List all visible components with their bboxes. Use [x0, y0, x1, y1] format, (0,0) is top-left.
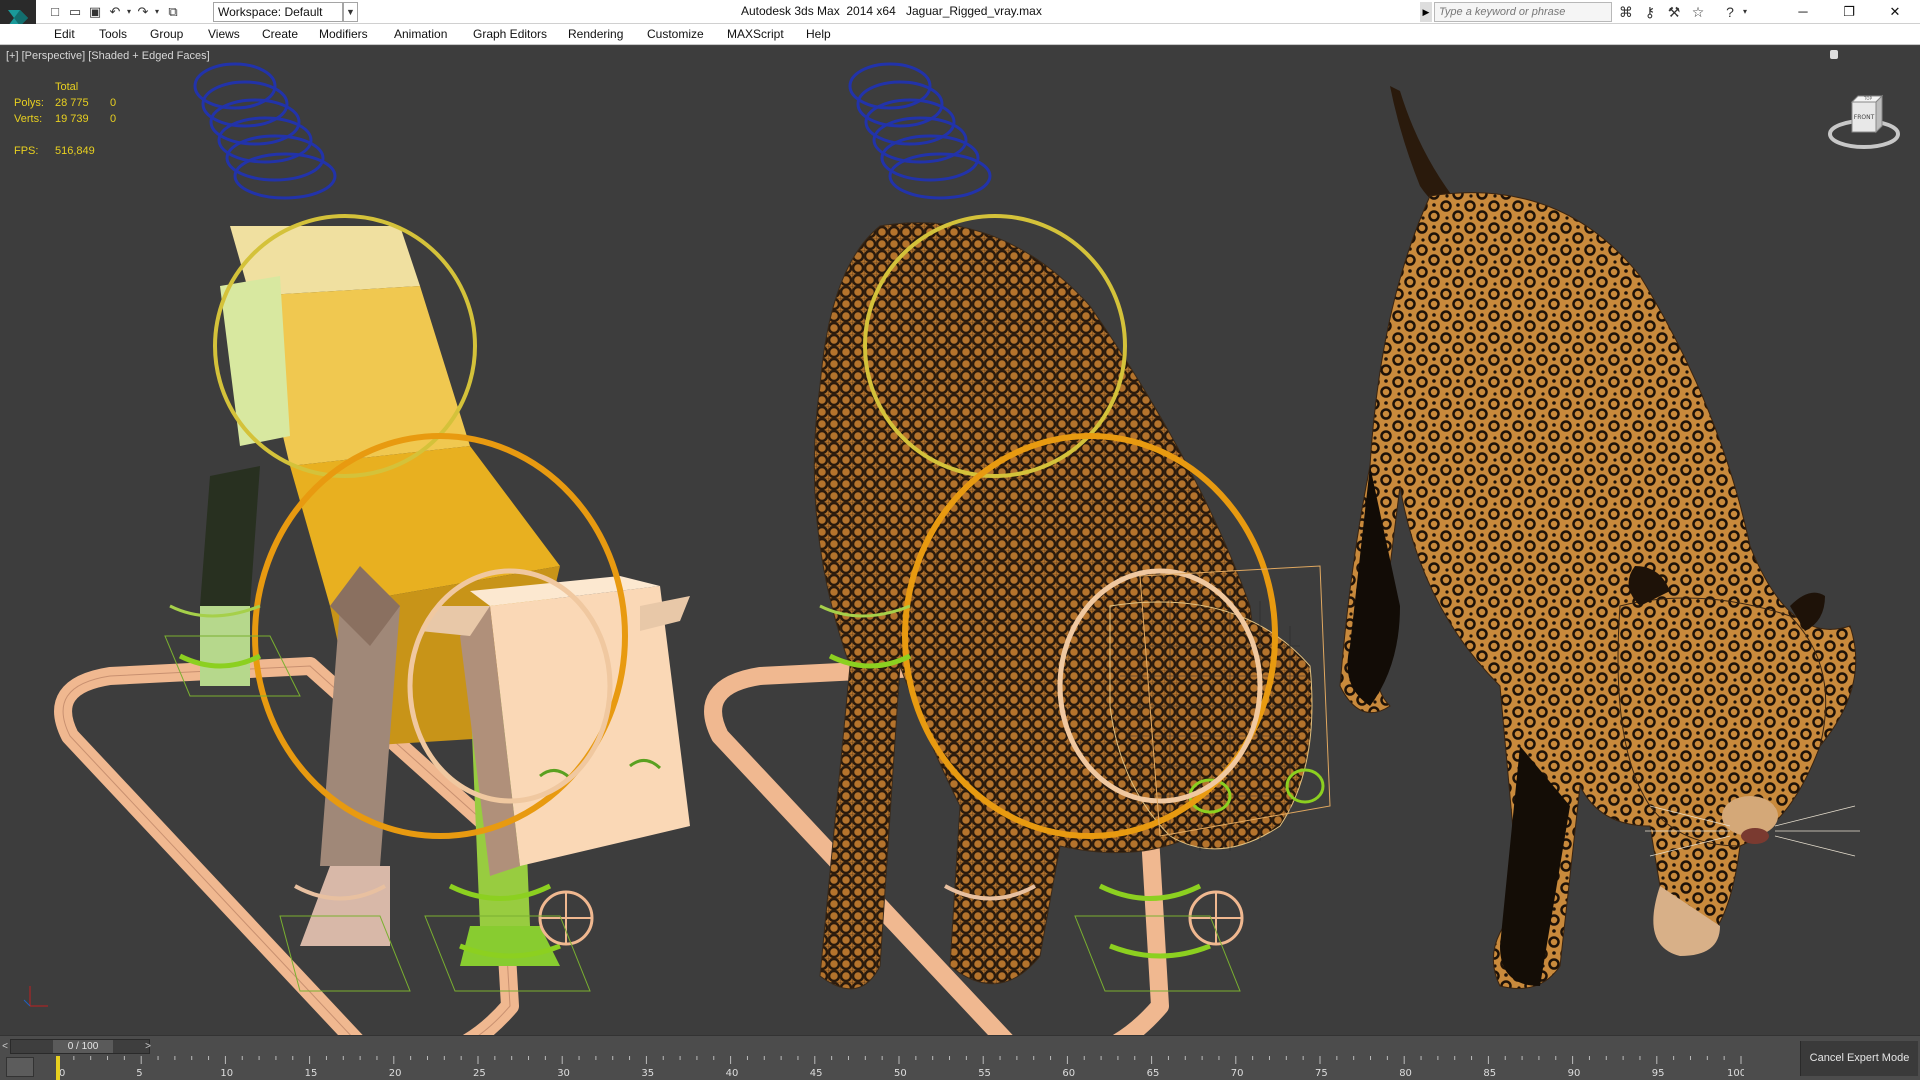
binoculars-icon[interactable]: ⌘	[1616, 3, 1636, 21]
help-dropdown-icon[interactable]: ▾	[1740, 3, 1750, 21]
tail-spline-coils	[193, 62, 337, 200]
track-bar-tick-label: 35	[641, 1068, 654, 1079]
perspective-viewport[interactable]: [+] [Perspective] [Shaded + Edged Faces]…	[0, 46, 1920, 1035]
new-file-icon[interactable]: □	[46, 3, 64, 21]
open-file-icon[interactable]: ▭	[66, 3, 84, 21]
track-bar-tick-label: 85	[1483, 1068, 1496, 1079]
track-bar-tick-label: 15	[305, 1068, 318, 1079]
current-frame-marker[interactable]	[56, 1056, 60, 1080]
minimize-button[interactable]: ─	[1780, 0, 1826, 24]
track-bar-tick-label: 65	[1147, 1068, 1160, 1079]
tail-spline-coils-middle	[848, 62, 992, 200]
track-bar-tick-label: 60	[1062, 1068, 1075, 1079]
project-folder-icon[interactable]: ⧉	[164, 3, 182, 21]
rig-skinned-model[interactable]	[704, 62, 1331, 1035]
rig-bones-model[interactable]	[23, 62, 690, 1035]
track-bar-tick-label: 100	[1727, 1068, 1744, 1079]
track-bar[interactable]: 0 5 10 15 20 25 30 35 40 45 50 55 60 65 70 75 80 85 90 95 10…	[56, 1056, 1744, 1080]
scene-render	[23, 62, 1860, 1035]
communication-center-icon[interactable]: ⚒	[1664, 3, 1684, 21]
track-bar-tick-label: 25	[473, 1068, 486, 1079]
track-bar-tick-label: 55	[978, 1068, 991, 1079]
title-bar: □ ▭ ▣ ↶ ▾ ↷ ▾ ⧉ Workspace: Default ▼ Aut…	[0, 0, 1920, 38]
menu-animation[interactable]: Animation	[394, 27, 447, 41]
subscription-key-icon[interactable]: ⚷	[1640, 3, 1660, 21]
menu-views[interactable]: Views	[208, 27, 240, 41]
save-file-icon[interactable]: ▣	[86, 3, 104, 21]
track-bar-tick-label: 80	[1399, 1068, 1412, 1079]
time-slider[interactable]: 0 / 100	[10, 1039, 150, 1054]
track-bar-tick-label: 50	[894, 1068, 907, 1079]
track-bar-tick-label: 75	[1315, 1068, 1328, 1079]
favorites-star-icon[interactable]: ☆	[1688, 3, 1708, 21]
close-button[interactable]: ✕	[1872, 0, 1918, 24]
search-input[interactable]: Type a keyword or phrase	[1434, 2, 1612, 22]
menu-group[interactable]: Group	[150, 27, 183, 41]
track-bar-tick-label: 20	[389, 1068, 402, 1079]
cancel-expert-mode-button[interactable]: Cancel Expert Mode	[1800, 1041, 1918, 1076]
restore-button[interactable]: ❐	[1826, 0, 1872, 24]
menu-maxscript[interactable]: MAXScript	[727, 27, 784, 41]
workspace-dropdown-arrow-icon[interactable]: ▼	[343, 2, 358, 22]
track-bar-tick-label: 45	[810, 1068, 823, 1079]
track-bar-tick-label: 95	[1652, 1068, 1665, 1079]
track-bar-tick-label: 90	[1568, 1068, 1581, 1079]
time-slider-next-button[interactable]: >	[142, 1039, 154, 1054]
time-slider-thumb[interactable]: 0 / 100	[53, 1040, 113, 1053]
track-bar-tick-label: 5	[136, 1068, 142, 1079]
workspace-dropdown[interactable]: Workspace: Default	[213, 2, 343, 22]
menu-rendering[interactable]: Rendering	[568, 27, 623, 41]
menu-graph-editors[interactable]: Graph Editors	[473, 27, 547, 41]
track-bar-tick-label: 30	[557, 1068, 570, 1079]
track-bar-tick-label: 70	[1231, 1068, 1244, 1079]
menu-help[interactable]: Help	[806, 27, 831, 41]
timeline-bar: < 0 / 100 > 0 5 10 15 20 25 30 35 40 45 50 55 60 65 70…	[0, 1035, 1920, 1080]
menu-bar: Edit Tools Group Views Create Modifiers …	[0, 24, 1920, 45]
menu-create[interactable]: Create	[262, 27, 298, 41]
time-slider-prev-button[interactable]: <	[0, 1039, 10, 1054]
track-bar-tick-label: 10	[220, 1068, 233, 1079]
menu-tools[interactable]: Tools	[99, 27, 127, 41]
help-icon[interactable]: ?	[1720, 3, 1740, 21]
menu-modifiers[interactable]: Modifiers	[319, 27, 368, 41]
menu-customize[interactable]: Customize	[647, 27, 704, 41]
search-expand-icon[interactable]: ▶	[1420, 2, 1432, 22]
jaguar-rendered-model[interactable]	[1339, 86, 1860, 989]
file-title: Jaguar_Rigged_vray.max	[906, 4, 1042, 18]
app-title: Autodesk 3ds Max 2014 x64	[741, 4, 896, 18]
menu-edit[interactable]: Edit	[54, 27, 75, 41]
mini-curve-editor-icon[interactable]	[6, 1057, 34, 1077]
track-bar-tick-label: 40	[726, 1068, 739, 1079]
